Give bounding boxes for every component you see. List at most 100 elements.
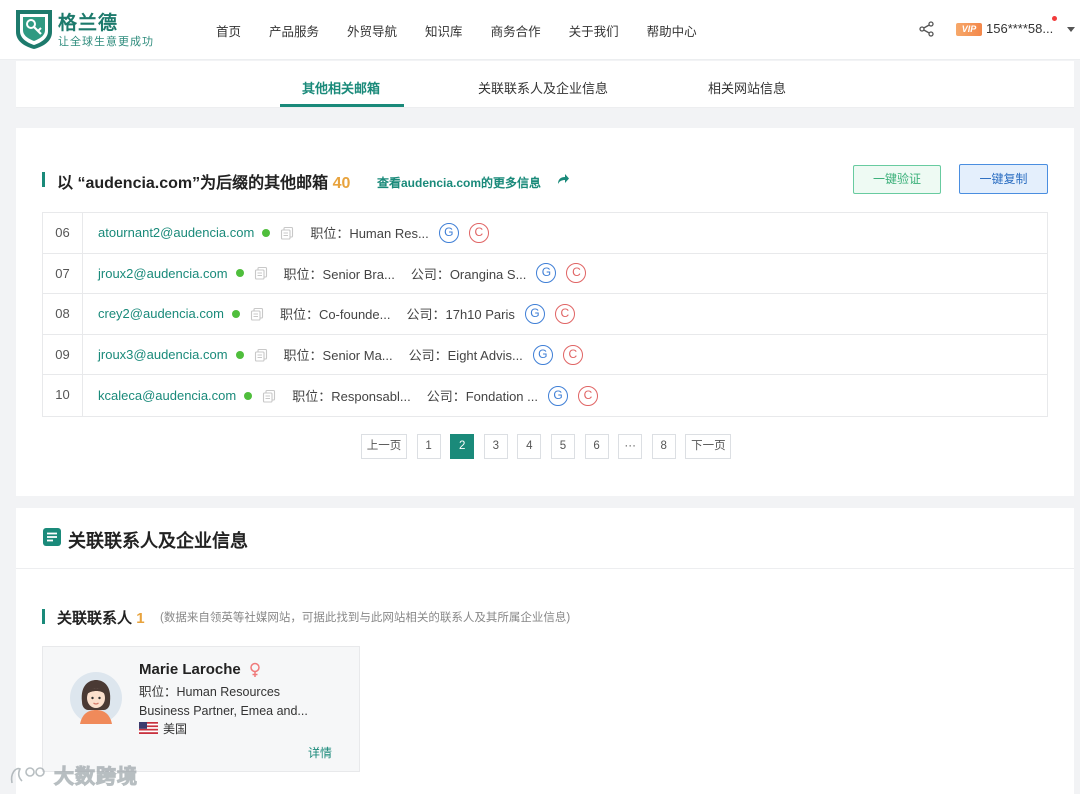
vip-badge: VIP: [956, 23, 982, 36]
tab-related-websites[interactable]: 相关网站信息: [708, 78, 786, 97]
nav-help-center[interactable]: 帮助中心: [647, 21, 697, 40]
company-search-icon[interactable]: C: [578, 385, 598, 406]
copy-all-button[interactable]: 一键复制: [959, 164, 1048, 194]
section-tabs: 其他相关邮箱 关联联系人及企业信息 相关网站信息: [16, 61, 1074, 108]
position-text: 职位：Responsabl...: [292, 389, 411, 405]
table-row: 07 jroux2@audencia.com 职位：Senior Bra... …: [43, 253, 1047, 295]
valid-status-dot: [244, 391, 253, 400]
emails-title-text: 以 “audencia.com”为后缀的其他邮箱: [57, 175, 329, 192]
tab-related-contacts[interactable]: 关联联系人及企业信息: [478, 78, 608, 97]
watermark: 大数跨境: [8, 760, 138, 789]
nav-business-cooperation[interactable]: 商务合作: [491, 21, 541, 40]
email-link[interactable]: jroux2@audencia.com: [98, 266, 228, 281]
row-index: 06: [43, 213, 83, 253]
pagination: 上一页 1 2 3 4 5 6 ··· 8 下一页: [361, 434, 741, 459]
document-list-icon: [43, 528, 61, 546]
copy-icon[interactable]: [254, 348, 268, 362]
avatar: [70, 672, 122, 724]
brand-slogan: 让全球生意更成功: [58, 36, 154, 48]
page-button[interactable]: 8: [651, 434, 676, 459]
email-table: 06 atournant2@audencia.com 职位：Human Res.…: [42, 212, 1048, 417]
page-button[interactable]: 5: [550, 434, 575, 459]
nav-home[interactable]: 首页: [216, 21, 241, 40]
emails-section-title: 以 “audencia.com”为后缀的其他邮箱 40: [57, 169, 350, 193]
email-link[interactable]: crey2@audencia.com: [98, 306, 224, 321]
row-index: 08: [43, 294, 83, 334]
table-row: 10 kcaleca@audencia.com 职位：Responsabl...…: [43, 375, 1047, 416]
company-search-icon[interactable]: C: [566, 263, 587, 284]
related-section-title: 关联联系人及企业信息: [68, 531, 248, 551]
valid-status-dot: [235, 350, 244, 359]
section-marker: [42, 609, 45, 624]
row-index: 09: [43, 334, 83, 375]
table-row: 09 jroux3@audencia.com 职位：Senior Ma... 公…: [43, 334, 1047, 376]
page-ellipsis[interactable]: ···: [618, 434, 643, 459]
page-button[interactable]: 3: [483, 434, 508, 459]
page-button[interactable]: 6: [584, 434, 609, 459]
main-nav: 首页 产品服务 外贸导航 知识库 商务合作 关于我们 帮助中心: [202, 0, 711, 60]
valid-status-dot: [231, 309, 240, 318]
google-search-icon[interactable]: G: [548, 385, 568, 406]
google-search-icon[interactable]: G: [524, 303, 545, 324]
position-text: 职位：Senior Bra...: [283, 266, 395, 282]
page-button[interactable]: 1: [416, 434, 441, 459]
position-text: 职位：Co-founde...: [279, 307, 391, 323]
notification-dot: [1052, 16, 1057, 21]
top-header: 格兰德 让全球生意更成功 首页 产品服务 外贸导航 知识库 商务合作 关于我们 …: [0, 0, 1080, 60]
verify-all-button[interactable]: 一键验证: [853, 165, 941, 194]
logo-icon[interactable]: [14, 8, 54, 50]
chevron-down-icon[interactable]: [1067, 27, 1075, 32]
contact-job-line: 职位：Human Resources: [139, 685, 281, 699]
valid-status-dot: [235, 269, 244, 278]
us-flag-icon: [139, 722, 158, 734]
more-info-link[interactable]: 查看audencia.com的更多信息: [377, 174, 541, 191]
valid-status-dot: [262, 228, 271, 237]
contacts-title: 关联联系人 1: [57, 607, 145, 628]
tab-other-emails[interactable]: 其他相关邮箱: [302, 78, 380, 97]
company-search-icon[interactable]: C: [468, 222, 489, 243]
nav-knowledge-base[interactable]: 知识库: [425, 21, 463, 40]
contact-country: 美国: [163, 722, 188, 736]
active-tab-indicator: [280, 104, 404, 107]
nav-trade-navigation[interactable]: 外贸导航: [347, 21, 397, 40]
page-button[interactable]: 4: [517, 434, 542, 459]
company-search-icon[interactable]: C: [562, 344, 583, 365]
section-marker: [42, 172, 45, 187]
user-account[interactable]: 156****58...: [986, 21, 1053, 36]
nav-products[interactable]: 产品服务: [269, 21, 319, 40]
google-search-icon[interactable]: G: [438, 222, 459, 243]
copy-icon[interactable]: [250, 307, 264, 321]
contact-job: 职位：Human Resources Business Partner, Eme…: [139, 683, 349, 721]
company-text: 公司：17h10 Paris: [406, 307, 515, 323]
next-page-button[interactable]: 下一页: [685, 434, 732, 459]
company-text: 公司：Fondation ...: [426, 389, 538, 405]
copy-icon[interactable]: [262, 389, 276, 403]
company-search-icon[interactable]: C: [554, 303, 575, 324]
prev-page-button[interactable]: 上一页: [361, 434, 407, 459]
email-link[interactable]: kcaleca@audencia.com: [98, 388, 236, 403]
google-search-icon[interactable]: G: [532, 344, 553, 365]
nav-about-us[interactable]: 关于我们: [569, 21, 619, 40]
contacts-note: (数据来自领英等社媒网站，可据此找到与此网站相关的联系人及其所属企业信息): [160, 612, 571, 624]
watermark-text: 大数跨境: [54, 766, 138, 789]
company-text: 公司：Orangina S...: [410, 266, 527, 282]
copy-icon[interactable]: [254, 266, 268, 280]
email-link[interactable]: atournant2@audencia.com: [98, 225, 254, 240]
position-text: 职位：Human Res...: [310, 226, 429, 242]
position-text: 职位：Senior Ma...: [283, 348, 393, 364]
company-text: 公司：Eight Advis...: [408, 348, 523, 364]
watermark-logo-icon: [10, 766, 45, 783]
brand-name[interactable]: 格兰德: [58, 8, 118, 35]
share-arrow-icon[interactable]: [556, 172, 570, 186]
share-icon[interactable]: [918, 20, 936, 38]
page-button-current[interactable]: 2: [450, 434, 475, 459]
contact-name[interactable]: Marie Laroche: [139, 661, 241, 678]
row-index: 07: [43, 253, 83, 294]
contacts-title-text: 关联联系人: [57, 610, 133, 627]
google-search-icon[interactable]: G: [536, 263, 557, 284]
table-row: 08 crey2@audencia.com 职位：Co-founde... 公司…: [43, 294, 1047, 335]
email-link[interactable]: jroux3@audencia.com: [98, 347, 228, 362]
contact-detail-link[interactable]: 详情: [308, 744, 332, 761]
copy-icon[interactable]: [280, 226, 294, 240]
contacts-count: 1: [136, 610, 145, 627]
